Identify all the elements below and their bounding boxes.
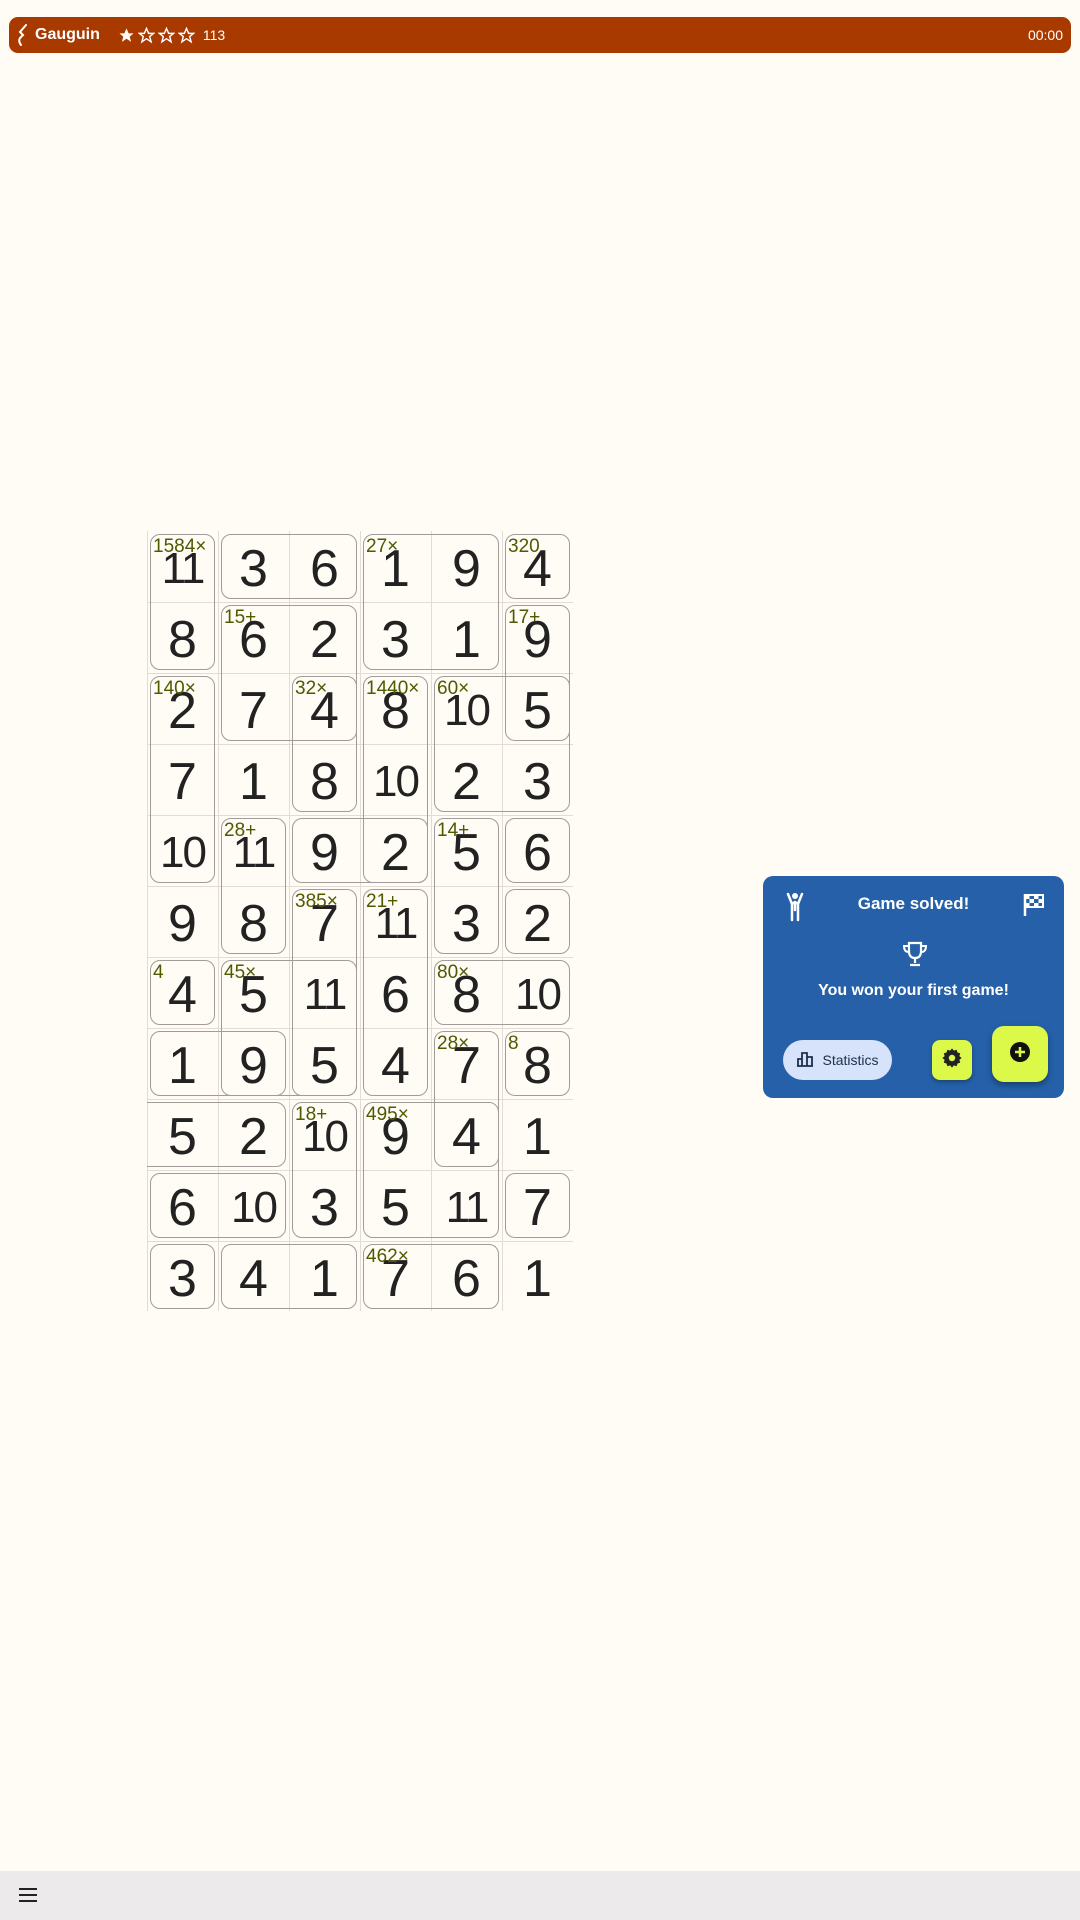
- grid-cell[interactable]: 7: [147, 746, 218, 817]
- grid-cell[interactable]: 10: [289, 1101, 360, 1172]
- game-timer: 00:00: [1027, 27, 1063, 43]
- statistics-label: Statistics: [822, 1052, 879, 1068]
- grid-cell[interactable]: 7: [431, 1030, 502, 1101]
- grid-cell[interactable]: 5: [218, 959, 289, 1030]
- grid-cell[interactable]: 3: [147, 1243, 218, 1311]
- grid-cell[interactable]: 1: [431, 604, 502, 675]
- grid-cell[interactable]: 1: [147, 1030, 218, 1101]
- add-circle-icon: [1009, 1041, 1031, 1068]
- grid-cell[interactable]: 11: [289, 959, 360, 1030]
- grid-cell[interactable]: 9: [218, 1030, 289, 1101]
- grid-cell[interactable]: 4: [218, 1243, 289, 1311]
- grid-cell[interactable]: 5: [360, 1172, 431, 1243]
- grid-cell[interactable]: 10: [147, 817, 218, 888]
- grid-cell[interactable]: 6: [502, 817, 573, 888]
- grid-cell[interactable]: 1: [502, 1101, 573, 1172]
- grid-cell[interactable]: 3: [218, 533, 289, 604]
- grid-cell[interactable]: 4: [289, 675, 360, 746]
- grid-cell[interactable]: 2: [289, 604, 360, 675]
- dialog-title: Game solved!: [857, 894, 970, 913]
- grid-cell[interactable]: 9: [360, 1101, 431, 1172]
- difficulty-count: 113: [202, 27, 226, 43]
- star-outline-icon: [177, 26, 195, 44]
- grid-cell[interactable]: 9: [431, 533, 502, 604]
- grid-cell[interactable]: 7: [218, 675, 289, 746]
- grid-cell[interactable]: 9: [502, 604, 573, 675]
- game-solved-dialog: Game solved! You won your first game! St…: [763, 876, 1064, 1098]
- grid-cell[interactable]: 8: [289, 746, 360, 817]
- grid-cell[interactable]: 8: [502, 1030, 573, 1101]
- star-outline-icon: [157, 26, 175, 44]
- grid-cell[interactable]: 2: [147, 675, 218, 746]
- grid-cell[interactable]: 3: [502, 746, 573, 817]
- grid-cell[interactable]: 11: [218, 817, 289, 888]
- app-title: Gauguin: [35, 26, 100, 43]
- grid-cell[interactable]: 8: [218, 888, 289, 959]
- grid-cell[interactable]: 11: [431, 1172, 502, 1243]
- grid-cell[interactable]: 10: [431, 675, 502, 746]
- difficulty-stars: [118, 26, 195, 44]
- grid-cell[interactable]: 11: [147, 533, 218, 604]
- app-header: Gauguin 113 00:00: [9, 17, 1071, 53]
- new-game-button[interactable]: [992, 1026, 1048, 1082]
- grid-cell[interactable]: 6: [360, 959, 431, 1030]
- grid-cell[interactable]: 4: [147, 959, 218, 1030]
- grid-cell[interactable]: 5: [289, 1030, 360, 1101]
- grid-cell[interactable]: 10: [360, 746, 431, 817]
- grid-cell[interactable]: 1: [289, 1243, 360, 1311]
- bar-chart-icon: [796, 1050, 814, 1071]
- app-logo-icon: [17, 24, 29, 46]
- grid-cell[interactable]: 1: [360, 533, 431, 604]
- grid-cell[interactable]: 10: [218, 1172, 289, 1243]
- grid-cell[interactable]: 8: [360, 675, 431, 746]
- dialog-message: You won your first game!: [818, 982, 1009, 999]
- gear-icon: [941, 1047, 963, 1074]
- star-filled-icon: [118, 27, 135, 44]
- grid-cell[interactable]: 11: [360, 888, 431, 959]
- grid-cell[interactable]: 6: [289, 533, 360, 604]
- grid-cell[interactable]: 8: [431, 959, 502, 1030]
- grid-cell[interactable]: 5: [431, 817, 502, 888]
- bottom-app-bar: [0, 1871, 1080, 1920]
- settings-button[interactable]: [932, 1040, 972, 1080]
- puzzle-grid[interactable]: 5113619410862319927481054718102311011925…: [147, 531, 579, 1311]
- grid-cell[interactable]: 10: [502, 959, 573, 1030]
- grid-cell[interactable]: 3: [289, 1172, 360, 1243]
- star-outline-icon: [137, 26, 155, 44]
- grid-cell[interactable]: 7: [360, 1243, 431, 1311]
- grid-cell[interactable]: 2: [431, 746, 502, 817]
- finish-flag-icon[interactable]: [1021, 892, 1047, 923]
- grid-cell[interactable]: 3: [431, 888, 502, 959]
- grid-cell[interactable]: 4: [360, 1030, 431, 1101]
- grid-cell[interactable]: 5: [147, 1101, 218, 1172]
- grid-cell[interactable]: 6: [431, 1243, 502, 1311]
- trophy-icon: [901, 940, 929, 973]
- grid-cell[interactable]: 4: [431, 1101, 502, 1172]
- grid-cell[interactable]: 5: [502, 675, 573, 746]
- grid-cell[interactable]: 7: [502, 1172, 573, 1243]
- grid-cell[interactable]: 6: [218, 604, 289, 675]
- grid-cell[interactable]: 6: [147, 1172, 218, 1243]
- grid-cell[interactable]: 3: [360, 604, 431, 675]
- grid-cell[interactable]: 9: [289, 817, 360, 888]
- grid-cell[interactable]: 8: [147, 604, 218, 675]
- grid-cell[interactable]: 2: [218, 1101, 289, 1172]
- statistics-button[interactable]: Statistics: [783, 1040, 892, 1080]
- grid-cell[interactable]: 4: [502, 533, 573, 604]
- grid-cell[interactable]: 2: [502, 888, 573, 959]
- grid-cell[interactable]: 7: [289, 888, 360, 959]
- menu-icon[interactable]: [17, 1886, 39, 1909]
- grid-cell[interactable]: 1: [502, 1243, 573, 1311]
- grid-cell[interactable]: 2: [360, 817, 431, 888]
- grid-cell[interactable]: 9: [147, 888, 218, 959]
- grid-cell[interactable]: 1: [218, 746, 289, 817]
